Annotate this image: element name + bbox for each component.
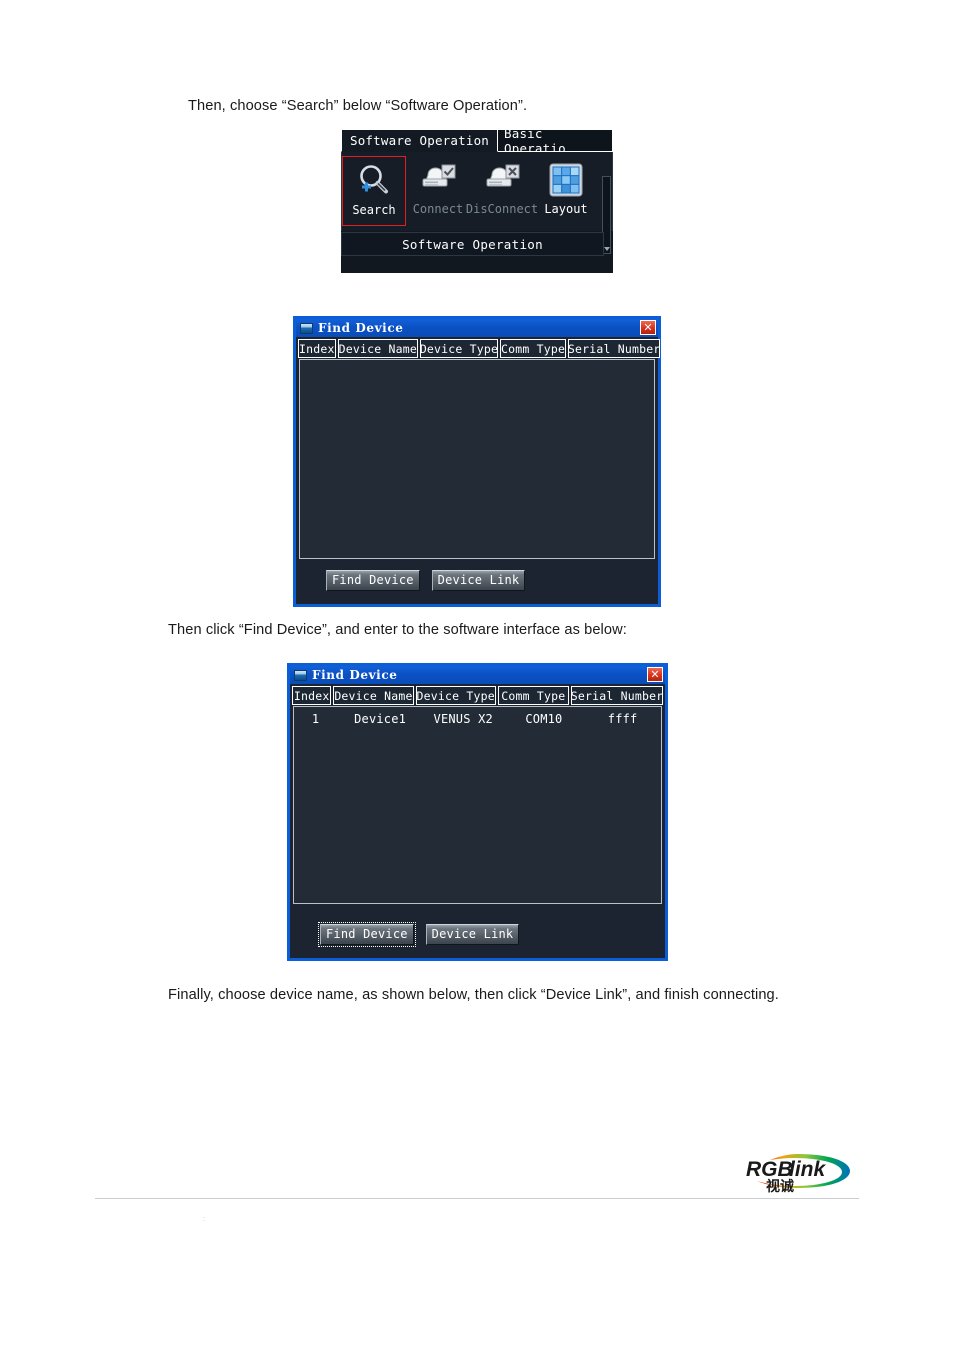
toolbar-button-connect[interactable]: Connect <box>406 156 470 226</box>
printer-check-icon <box>417 158 459 202</box>
find-device-dialog-empty: Find Device ✕ Index Device Name Device T… <box>293 316 661 607</box>
svg-text:视诚: 视诚 <box>766 1178 794 1194</box>
table-row[interactable]: 1 Device1 VENUS X2 COM10 ffff <box>294 707 661 731</box>
magnifier-plus-icon <box>355 159 393 203</box>
svg-text:RGB: RGB <box>746 1158 793 1181</box>
device-link-button[interactable]: Device Link <box>431 569 526 591</box>
dialog-title: Find Device <box>312 668 398 682</box>
find-device-button[interactable]: Find Device <box>318 921 416 947</box>
device-table-header: Index Device Name Device Type Comm Type … <box>296 337 660 358</box>
column-header-device-type[interactable]: Device Type <box>415 686 496 705</box>
tab-software-operation[interactable]: Software Operation <box>341 129 498 152</box>
device-table-header: Index Device Name Device Type Comm Type … <box>290 684 665 705</box>
toolbar-button-disconnect-label: DisConnect <box>465 202 539 216</box>
toolbar-tab-row: Software Operation Basic Operatio <box>341 129 613 152</box>
dialog-titlebar[interactable]: Find Device ✕ <box>296 319 658 337</box>
column-header-device-name[interactable]: Device Name <box>333 686 414 705</box>
software-operation-toolbar-screenshot: Software Operation Basic Operatio Search <box>341 129 613 273</box>
column-header-index[interactable]: Index <box>298 339 336 358</box>
instruction-paragraph-2: Then click “Find Device”, and enter to t… <box>168 622 627 638</box>
device-list-empty[interactable] <box>299 359 655 559</box>
application-icon <box>294 669 307 681</box>
find-device-dialog-with-result: Find Device ✕ Index Device Name Device T… <box>287 663 668 961</box>
instruction-paragraph-1: Then, choose “Search” below “Software Op… <box>188 98 528 114</box>
dialog-button-bar: Find Device Device Link <box>290 910 665 958</box>
close-icon[interactable]: ✕ <box>640 320 656 335</box>
chevron-down-icon[interactable] <box>604 247 610 251</box>
column-header-device-name[interactable]: Device Name <box>337 339 418 358</box>
column-header-comm-type[interactable]: Comm Type <box>500 339 567 358</box>
tab-basic-operation-label: Basic Operatio <box>504 129 566 152</box>
toolbar-button-search-label: Search <box>352 203 396 217</box>
column-header-comm-type[interactable]: Comm Type <box>497 686 569 705</box>
cell-comm-type: COM10 <box>525 712 563 726</box>
column-header-index[interactable]: Index <box>292 686 332 705</box>
toolbar-status-bar-label: Software Operation <box>402 236 543 252</box>
toolbar-button-search[interactable]: Search <box>342 156 406 226</box>
close-icon[interactable]: ✕ <box>647 667 663 682</box>
cell-serial-number: ffff <box>607 712 638 726</box>
tab-basic-operation[interactable]: Basic Operatio <box>498 129 613 152</box>
grid-layout-icon <box>548 158 584 202</box>
column-header-serial-number[interactable]: Serial Number <box>568 339 660 358</box>
svg-text:link: link <box>789 1158 826 1181</box>
column-header-serial-number[interactable]: Serial Number <box>571 686 663 705</box>
device-link-button[interactable]: Device Link <box>425 923 520 945</box>
toolbar-icon-strip: Search Connect DisConnect Layout <box>341 152 613 254</box>
dialog-button-bar: Find Device Device Link <box>296 556 658 604</box>
instruction-paragraph-3: Finally, choose device name, as shown be… <box>168 987 779 1003</box>
toolbar-button-layout-label: Layout <box>544 202 588 216</box>
dialog-title: Find Device <box>318 321 404 335</box>
toolbar-button-disconnect[interactable]: DisConnect <box>466 156 538 226</box>
rgblink-logo: RGB link 视诚 <box>740 1150 864 1195</box>
column-header-device-type[interactable]: Device Type <box>420 339 498 358</box>
toolbar-button-connect-label: Connect <box>412 202 464 216</box>
toolbar-button-layout[interactable]: Layout <box>534 156 598 226</box>
find-device-button[interactable]: Find Device <box>326 569 420 591</box>
cell-device-type: VENUS X2 <box>433 712 493 726</box>
toolbar-status-bar: Software Operation <box>341 232 604 256</box>
cell-device-name: Device1 <box>354 712 407 726</box>
tab-software-operation-label: Software Operation <box>349 133 490 148</box>
device-list[interactable]: 1 Device1 VENUS X2 COM10 ffff <box>293 706 662 904</box>
footer-divider <box>95 1198 859 1199</box>
dialog-titlebar[interactable]: Find Device ✕ <box>290 666 665 684</box>
cell-index: 1 <box>311 712 320 726</box>
printer-x-icon <box>481 158 523 202</box>
footer-marker: : <box>203 1216 205 1223</box>
application-icon <box>300 322 313 334</box>
